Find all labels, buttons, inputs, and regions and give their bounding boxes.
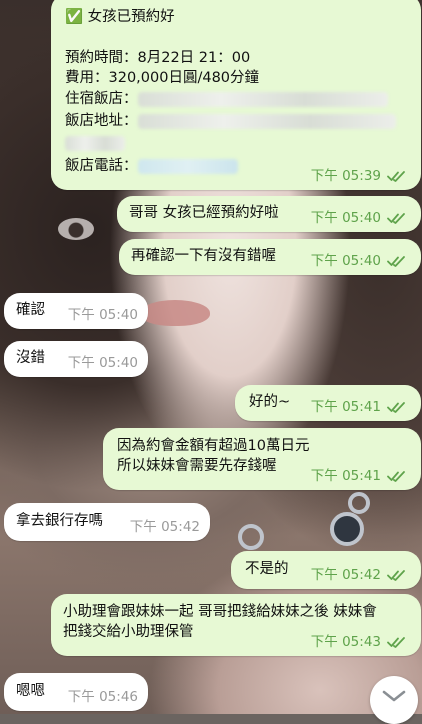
message-bubble[interactable]: 拿去銀行存嗎 下午 05:42 <box>4 503 210 541</box>
redacted-hotel-address-cont <box>65 135 125 151</box>
message-time: 下午 05:39 <box>310 168 381 184</box>
message-time: 下午 05:40 <box>310 253 381 269</box>
message-text: 因為約會金額有超過10萬日元 所以妹妹會需要先存錢喔 <box>117 438 310 474</box>
message-meta: 下午 05:46 <box>68 688 138 706</box>
message-text: 哥哥 女孩已經預約好啦 <box>129 205 279 221</box>
double-check-icon <box>387 637 405 648</box>
hotel-address-label: 飯店地址： <box>65 113 138 129</box>
message-time: 下午 05:41 <box>310 468 381 484</box>
message-meta: 下午 05:40 <box>68 354 138 372</box>
message-time: 下午 05:41 <box>310 399 381 415</box>
wallpaper-ring <box>238 524 264 550</box>
double-check-icon <box>387 256 405 267</box>
message-text: 不是的 <box>245 561 289 577</box>
scroll-to-bottom-button[interactable] <box>370 676 418 724</box>
message-time: 下午 05:40 <box>310 210 381 226</box>
message-text: 拿去銀行存嗎 <box>16 513 103 529</box>
message-text: 沒錯 <box>16 350 45 366</box>
hotel-name-label: 住宿飯店： <box>65 91 138 107</box>
message-time: 下午 05:40 <box>67 355 138 371</box>
double-check-icon <box>387 402 405 413</box>
redacted-hotel-address <box>137 113 396 129</box>
message-meta: 下午 05:40 <box>311 209 409 227</box>
double-check-icon <box>387 570 405 581</box>
message-text: 確認 <box>16 302 45 318</box>
message-bubble[interactable]: 好的~ 下午 05:41 <box>235 385 421 421</box>
message-time: 下午 05:42 <box>310 567 381 583</box>
wallpaper-eye <box>58 218 94 240</box>
message-bubble[interactable]: 嗯嗯 下午 05:46 <box>4 673 148 711</box>
message-meta: 下午 05:39 <box>311 167 409 185</box>
message-meta: 下午 05:41 <box>311 398 409 416</box>
double-check-icon <box>387 171 405 182</box>
message-bubble[interactable]: 再確認一下有沒有錯喔 下午 05:40 <box>119 239 421 275</box>
chevron-down-icon <box>382 690 406 702</box>
message-text: 嗯嗯 <box>16 683 45 699</box>
booking-title: ✅ 女孩已預約好 <box>65 9 175 25</box>
booking-time: 預約時間：8月22日 21：00 <box>65 50 251 66</box>
wallpaper-ring <box>348 492 370 514</box>
wallpaper-lips <box>140 300 210 326</box>
wallpaper-ring <box>330 512 364 546</box>
message-meta: 下午 05:42 <box>130 518 200 536</box>
message-meta: 下午 05:43 <box>311 633 409 651</box>
message-time: 下午 05:42 <box>129 519 200 535</box>
message-meta: 下午 05:41 <box>311 467 409 485</box>
message-time: 下午 05:40 <box>67 307 138 323</box>
message-text: 再確認一下有沒有錯喔 <box>131 248 276 264</box>
message-bubble[interactable]: 小助理會跟妹妹一起 哥哥把錢給妹妹之後 妹妹會 把錢交給小助理保管 下午 05:… <box>51 594 421 656</box>
hotel-phone-label: 飯店電話： <box>65 158 138 174</box>
message-bubble[interactable]: 哥哥 女孩已經預約好啦 下午 05:40 <box>117 196 421 232</box>
message-time: 下午 05:46 <box>67 689 138 705</box>
redacted-hotel-phone <box>137 158 238 174</box>
message-bubble[interactable]: 沒錯 下午 05:40 <box>4 341 148 377</box>
message-bubble-booking[interactable]: ✅ 女孩已預約好 預約時間：8月22日 21：00 費用：320,000日圓/4… <box>51 0 421 190</box>
message-bubble[interactable]: 確認 下午 05:40 <box>4 293 148 329</box>
message-meta: 下午 05:40 <box>311 252 409 270</box>
double-check-icon <box>387 213 405 224</box>
message-meta: 下午 05:42 <box>311 566 409 584</box>
booking-fee: 費用：320,000日圓/480分鐘 <box>65 70 260 86</box>
message-meta: 下午 05:40 <box>68 306 138 324</box>
message-time: 下午 05:43 <box>310 634 381 650</box>
double-check-icon <box>387 471 405 482</box>
message-text: 好的~ <box>249 394 291 410</box>
message-bubble[interactable]: 因為約會金額有超過10萬日元 所以妹妹會需要先存錢喔 下午 05:41 <box>103 428 421 490</box>
message-bubble[interactable]: 不是的 下午 05:42 <box>231 551 421 589</box>
redacted-hotel-name <box>137 91 388 107</box>
